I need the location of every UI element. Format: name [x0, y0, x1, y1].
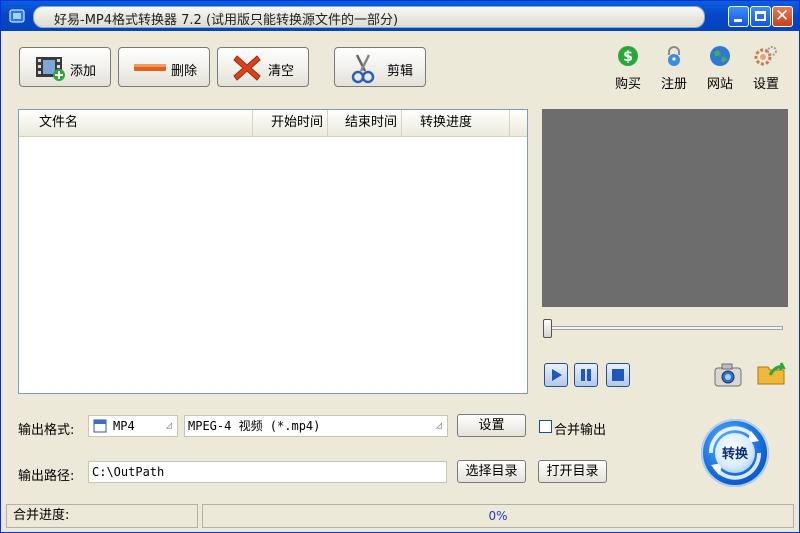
play-icon — [552, 369, 562, 381]
file-list-header: 文件名 开始时间 结束时间 转换进度 — [19, 110, 527, 137]
add-button-label: 添加 — [70, 64, 97, 79]
format-desc-select[interactable]: MPEG-4 视频 (*.mp4) ◿ — [184, 415, 448, 437]
red-x-icon — [233, 55, 261, 81]
column-filename[interactable]: 文件名 — [19, 110, 253, 136]
title-bar[interactable]: 好易-MP4格式转换器 7.2 (试用版只能转换源文件的一部分) ✕ — [1, 1, 799, 31]
stop-icon — [612, 369, 624, 381]
add-button[interactable]: 添加 — [19, 47, 111, 87]
output-format-label: 输出格式: — [18, 423, 75, 438]
choose-dir-button[interactable]: 选择目录 — [457, 460, 526, 483]
format-settings-button[interactable]: 设置 — [457, 414, 526, 437]
window-title: 好易-MP4格式转换器 7.2 (试用版只能转换源文件的一部分) — [54, 13, 399, 28]
convert-button[interactable]: 转换 — [701, 419, 769, 487]
seek-slider-track[interactable] — [545, 326, 783, 330]
globe-icon — [710, 46, 730, 66]
mp4-file-icon — [93, 419, 107, 433]
dollar-icon: $ — [618, 46, 638, 66]
svg-text:$: $ — [623, 49, 633, 65]
delete-button[interactable]: 删除 — [118, 47, 210, 87]
progress-bar: 0% — [202, 504, 794, 528]
seek-slider-thumb[interactable] — [543, 319, 552, 338]
convert-button-inner: 转换 — [715, 433, 755, 473]
website-button[interactable]: 网站 — [700, 45, 740, 92]
merge-progress-label: 合并进度: — [13, 508, 70, 523]
progress-text: 0% — [488, 509, 508, 523]
buy-button[interactable]: $ 购买 — [608, 45, 648, 92]
lock-icon — [668, 46, 680, 66]
delete-button-label: 删除 — [171, 64, 198, 79]
film-add-icon — [36, 57, 65, 81]
merge-output-label[interactable]: 合并输出 — [554, 419, 606, 438]
scissors-icon — [351, 54, 375, 84]
app-icon — [9, 9, 25, 23]
register-label: 注册 — [660, 77, 687, 92]
merge-progress-status: 合并进度: — [6, 504, 198, 528]
open-dir-button[interactable]: 打开目录 — [538, 460, 607, 483]
clear-button[interactable]: 清空 — [217, 47, 309, 87]
minimize-button[interactable] — [728, 6, 749, 27]
stop-button[interactable] — [606, 363, 630, 387]
maximize-icon — [755, 11, 766, 21]
clear-button-label: 清空 — [268, 64, 295, 79]
column-start-time[interactable]: 开始时间 — [253, 110, 328, 136]
minimize-icon — [734, 19, 742, 22]
column-end-time[interactable]: 结束时间 — [328, 110, 402, 136]
format-select-value: MP4 — [113, 419, 135, 433]
minus-bar-icon — [134, 64, 166, 71]
open-folder-icon[interactable] — [756, 359, 788, 387]
settings-button[interactable]: 设置 — [746, 45, 786, 92]
camera-icon[interactable] — [713, 362, 743, 388]
maximize-button[interactable] — [750, 6, 771, 27]
cut-button-label: 剪辑 — [387, 64, 414, 79]
video-preview — [542, 109, 788, 307]
output-path-label: 输出路径: — [18, 469, 75, 484]
format-select[interactable]: MP4 ◿ — [88, 415, 178, 437]
pause-icon — [581, 369, 591, 381]
convert-label: 转换 — [721, 447, 748, 462]
close-button[interactable]: ✕ — [772, 6, 793, 27]
output-path-input[interactable]: C:\OutPath — [88, 461, 447, 483]
gear-icon — [754, 46, 777, 66]
play-button[interactable] — [544, 363, 568, 387]
website-label: 网站 — [706, 77, 733, 92]
dropdown-arrow-icon: ◿ — [435, 420, 442, 431]
format-desc-value: MPEG-4 视频 (*.mp4) — [188, 419, 321, 433]
dropdown-arrow-icon: ◿ — [165, 420, 172, 431]
column-progress[interactable]: 转换进度 — [402, 110, 510, 136]
register-button[interactable]: 注册 — [654, 45, 694, 92]
buy-label: 购买 — [614, 77, 641, 92]
settings-label: 设置 — [752, 77, 779, 92]
pause-button[interactable] — [574, 363, 598, 387]
merge-output-checkbox[interactable] — [539, 420, 552, 433]
close-icon: ✕ — [775, 6, 790, 26]
title-pill: 好易-MP4格式转换器 7.2 (试用版只能转换源文件的一部分) — [33, 6, 705, 28]
file-list[interactable]: 文件名 开始时间 结束时间 转换进度 — [18, 109, 528, 394]
cut-button[interactable]: 剪辑 — [334, 47, 426, 87]
main-window: 好易-MP4格式转换器 7.2 (试用版只能转换源文件的一部分) ✕ 添加 删除 — [0, 0, 800, 533]
